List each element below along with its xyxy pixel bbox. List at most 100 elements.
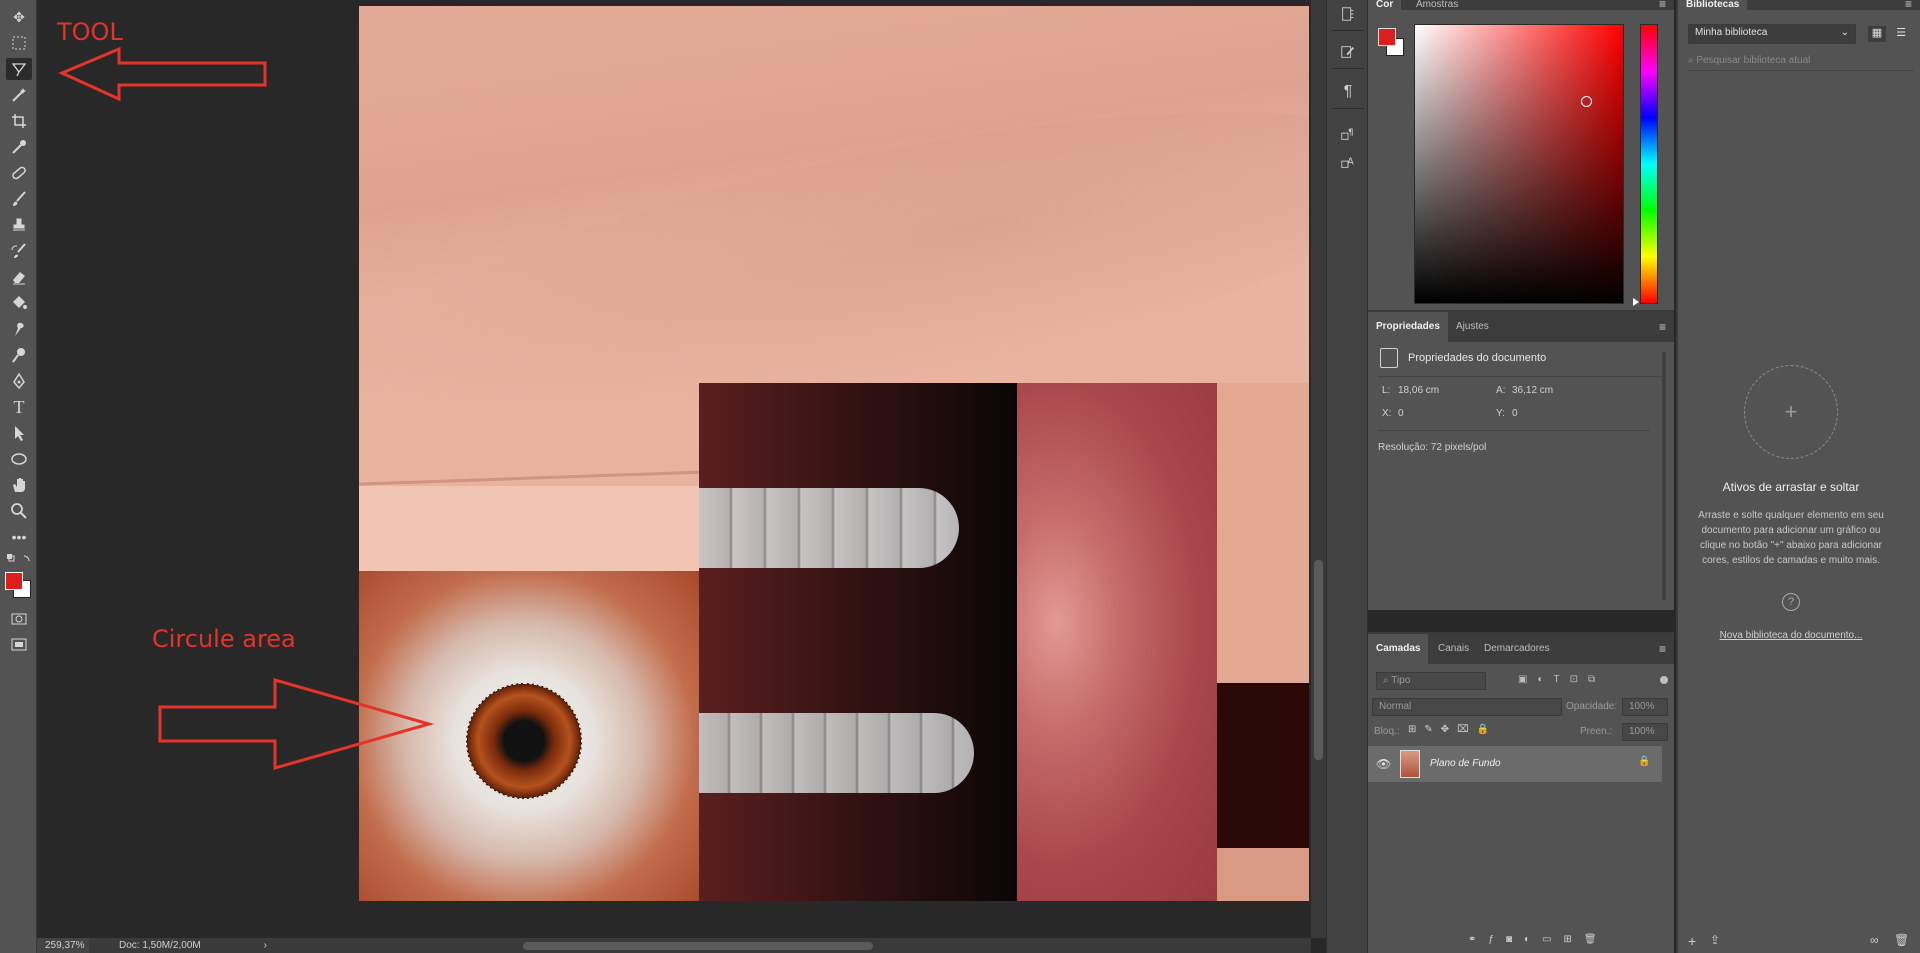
library-select[interactable]: Minha biblioteca ⌄ <box>1688 24 1856 44</box>
tools-panel: ✥ T ••• <box>0 0 37 953</box>
add-icon[interactable]: + <box>1688 933 1696 949</box>
swap-colors-icon[interactable] <box>6 553 32 567</box>
canvas-workspace[interactable]: TOOL Circule area <box>37 0 1311 938</box>
tab-channels[interactable]: Canais <box>1430 634 1477 664</box>
fill-label: Preen.: <box>1580 726 1613 737</box>
chevron-right-icon[interactable]: › <box>264 940 275 951</box>
screen-mode-icon[interactable] <box>6 634 32 656</box>
layers-panel: Camadas Canais Demarcadores ≡ ⌕ Tipo ▣◐T… <box>1368 632 1674 953</box>
magnetic-lasso-tool-icon[interactable] <box>6 58 32 80</box>
panel-menu-icon[interactable]: ≡ <box>1659 320 1666 334</box>
layer-filter-icons[interactable]: ▣◐T⊡⧉ <box>1518 674 1605 685</box>
circle-annotation-label: Circule area <box>152 625 296 653</box>
properties-panel: Propriedades Ajustes ≡ Propriedades do d… <box>1368 310 1674 610</box>
vertical-scrollbar[interactable] <box>1311 0 1326 938</box>
saturation-brightness-field[interactable] <box>1414 24 1624 304</box>
y-value[interactable]: 0 <box>1512 408 1518 419</box>
dodge-tool-icon[interactable] <box>6 344 32 366</box>
tab-adjustments[interactable]: Ajustes <box>1448 312 1497 342</box>
panel-menu-icon[interactable]: ≡ <box>1659 0 1666 11</box>
paint-bucket-tool-icon[interactable] <box>6 292 32 314</box>
document-canvas[interactable] <box>359 6 1309 901</box>
history-panel-icon[interactable] <box>1335 2 1361 26</box>
empty-state-description: Arraste e solte qualquer elemento em seu… <box>1698 510 1884 566</box>
hue-slider-handle[interactable] <box>1633 298 1639 306</box>
brush-settings-icon[interactable] <box>1335 40 1361 64</box>
lock-label: Bloq.: <box>1374 726 1400 737</box>
type-tool-icon[interactable]: T <box>6 396 32 418</box>
libraries-panel: Bibliotecas ≡ Minha biblioteca ⌄ ▦ ☰ ⌕ Pe… <box>1676 0 1920 953</box>
tab-swatches[interactable]: Amostras <box>1408 0 1466 10</box>
width-value[interactable]: 18,06 cm <box>1398 385 1439 396</box>
move-tool-icon[interactable]: ✥ <box>6 6 32 28</box>
tool-annotation-label: TOOL <box>57 18 123 46</box>
zoom-tool-icon[interactable] <box>6 500 32 522</box>
path-selection-tool-icon[interactable] <box>6 422 32 444</box>
library-search-input[interactable]: ⌕ Pesquisar biblioteca atual <box>1688 55 1810 66</box>
foreground-color-swatch[interactable] <box>5 572 23 590</box>
fg-color-chip[interactable] <box>1378 28 1396 46</box>
fill-input[interactable]: 100% <box>1622 723 1668 741</box>
healing-brush-tool-icon[interactable] <box>6 162 32 184</box>
more-tools-icon[interactable]: ••• <box>6 526 32 548</box>
vertical-scroll-thumb[interactable] <box>1314 560 1323 760</box>
quick-mask-icon[interactable] <box>6 608 32 630</box>
status-bar: 259,37% Doc: 1,50M/2,00M › <box>37 938 275 953</box>
zoom-level[interactable]: 259,37% <box>37 938 89 953</box>
blend-mode-select[interactable]: Normal <box>1372 698 1562 716</box>
marquee-tool-icon[interactable] <box>6 32 32 54</box>
trash-icon[interactable]: 🗑 <box>1894 933 1909 947</box>
document-icon <box>1380 348 1398 368</box>
add-asset-button[interactable]: + <box>1744 365 1838 459</box>
history-brush-tool-icon[interactable] <box>6 240 32 262</box>
height-value[interactable]: 36,12 cm <box>1512 385 1553 396</box>
smudge-tool-icon[interactable] <box>6 318 32 340</box>
grid-view-icon[interactable]: ▦ <box>1868 26 1886 42</box>
x-label: X: <box>1382 408 1392 419</box>
clone-stamp-tool-icon[interactable] <box>6 214 32 236</box>
layer-name[interactable]: Plano de Fundo <box>1430 758 1501 769</box>
layer-thumbnail <box>1400 750 1420 778</box>
layer-row[interactable]: 👁 Plano de Fundo 🔒 <box>1368 746 1662 782</box>
mouth-texture-tile <box>699 383 1017 901</box>
magic-wand-tool-icon[interactable] <box>6 84 32 106</box>
crop-tool-icon[interactable] <box>6 110 32 132</box>
list-view-icon[interactable]: ☰ <box>1892 26 1910 42</box>
paragraph-styles-icon[interactable]: ¶ <box>1335 122 1361 146</box>
upload-icon[interactable]: ⇪ <box>1710 933 1720 947</box>
hue-slider[interactable] <box>1640 24 1658 304</box>
circle-annotation-arrow <box>158 678 435 770</box>
creative-cloud-icon[interactable]: ∞ <box>1870 933 1879 947</box>
horizontal-scrollbar[interactable] <box>275 938 1311 953</box>
panel-menu-icon[interactable]: ≡ <box>1659 642 1666 656</box>
filter-toggle-icon[interactable] <box>1660 676 1668 684</box>
tab-paths[interactable]: Demarcadores <box>1476 634 1558 664</box>
eraser-tool-icon[interactable] <box>6 266 32 288</box>
tab-color[interactable]: Cor <box>1368 0 1402 10</box>
circle-selection-marquee[interactable] <box>466 683 582 799</box>
help-icon[interactable]: ? <box>1782 593 1800 611</box>
eye-icon[interactable]: 👁 <box>1376 757 1391 771</box>
pen-tool-icon[interactable] <box>6 370 32 392</box>
opacity-input[interactable]: 100% <box>1622 698 1668 716</box>
layer-filter-input[interactable]: ⌕ Tipo <box>1376 672 1486 690</box>
lock-options-icons[interactable]: ⊞✎✥⌧🔒 <box>1408 724 1497 735</box>
tab-libraries[interactable]: Bibliotecas <box>1678 0 1748 10</box>
brush-tool-icon[interactable] <box>6 188 32 210</box>
horizontal-scroll-thumb[interactable] <box>523 942 873 950</box>
eyedropper-tool-icon[interactable] <box>6 136 32 158</box>
character-styles-icon[interactable]: A <box>1335 150 1361 174</box>
tab-layers[interactable]: Camadas <box>1368 634 1429 664</box>
color-picker-handle[interactable] <box>1581 96 1592 107</box>
height-label: A: <box>1496 385 1506 396</box>
ellipse-tool-icon[interactable] <box>6 448 32 470</box>
new-library-link[interactable]: Nova biblioteca do documento... <box>1678 630 1904 641</box>
hand-tool-icon[interactable] <box>6 474 32 496</box>
layers-footer-icons[interactable]: ⚭ƒ◙◐▭⊞🗑 <box>1468 934 1609 945</box>
properties-panel-tabs: Propriedades Ajustes ≡ <box>1368 312 1674 342</box>
properties-scrollbar[interactable] <box>1662 352 1666 600</box>
x-value[interactable]: 0 <box>1398 408 1404 419</box>
tab-properties[interactable]: Propriedades <box>1368 312 1448 342</box>
paragraph-panel-icon[interactable]: ¶ <box>1335 80 1361 104</box>
panel-menu-icon[interactable]: ≡ <box>1905 0 1912 11</box>
